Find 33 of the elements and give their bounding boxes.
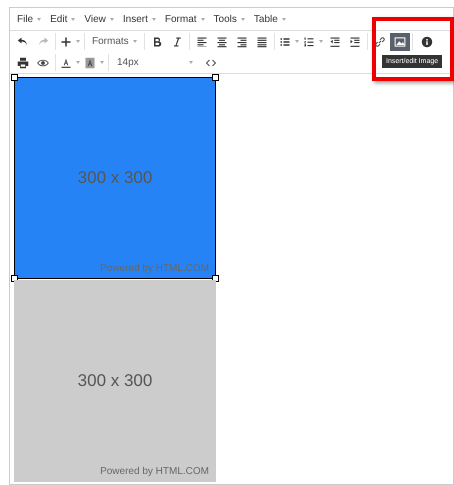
image-size-text: 300 x 300 — [78, 371, 152, 391]
align-right-icon — [236, 36, 248, 48]
bullet-list-icon — [278, 36, 291, 48]
outdent-icon — [328, 36, 341, 48]
toolbar-button[interactable] — [390, 32, 410, 50]
menu-item[interactable]: File — [15, 14, 46, 24]
highlight-color-icon — [84, 56, 96, 68]
justify-icon — [256, 36, 268, 48]
image-credit-text: Powered by HTML.COM — [100, 466, 209, 477]
code-icon — [205, 56, 217, 68]
indent-icon — [348, 36, 361, 48]
eye-icon — [37, 56, 49, 68]
menu-item[interactable]: Table — [252, 14, 290, 24]
info-icon — [420, 36, 433, 48]
menu-item[interactable]: Tools — [212, 14, 249, 24]
placeholder-image[interactable]: 300 x 300 Powered by HTML.COM — [14, 280, 216, 482]
resize-handle[interactable] — [11, 74, 18, 81]
image-credit-text: Powered by HTML.COM — [100, 263, 209, 274]
align-left-icon — [196, 36, 208, 48]
plus-icon — [60, 36, 72, 48]
image-icon — [394, 36, 406, 48]
menu-item[interactable]: Insert — [120, 14, 160, 24]
align-center-icon — [216, 36, 228, 48]
menu-item[interactable]: Edit — [48, 14, 80, 24]
font-size-select[interactable]: 14px — [111, 54, 201, 72]
numbered-list-icon — [302, 36, 315, 48]
resize-handle[interactable] — [212, 74, 219, 81]
text-color-icon — [60, 56, 72, 68]
formats-dropdown[interactable]: Formats — [87, 32, 142, 50]
menu-item[interactable]: Format — [162, 14, 209, 24]
image-size-text: 300 x 300 — [78, 168, 152, 188]
printer-icon — [17, 56, 29, 68]
menu-item[interactable]: View — [82, 14, 118, 24]
